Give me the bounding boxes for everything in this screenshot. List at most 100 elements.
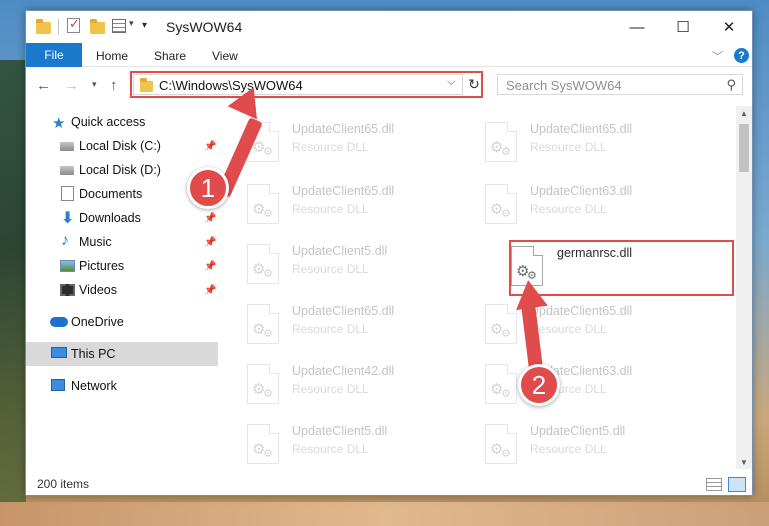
nav-label: Downloads bbox=[79, 211, 141, 225]
nav-label: Quick access bbox=[71, 115, 146, 129]
file-name: UpdateClient65.dll bbox=[292, 304, 395, 318]
title-separator bbox=[58, 19, 59, 35]
scroll-up-icon[interactable]: ▲ bbox=[736, 106, 752, 120]
tab-file[interactable]: File bbox=[26, 43, 82, 67]
search-input[interactable]: Search SysWOW64 ⚲ bbox=[497, 74, 743, 95]
new-folder-icon[interactable] bbox=[90, 19, 105, 34]
file-name: UpdateClient65.dll bbox=[530, 304, 633, 318]
nav-label: Network bbox=[71, 379, 117, 393]
desktop-palm-background bbox=[0, 60, 26, 526]
nav-item-music[interactable]: ♪ Music 📌 bbox=[26, 230, 218, 254]
file-explorer-window: ▾ ▾ SysWOW64 — ☐ ✕ File Home Share View … bbox=[25, 10, 753, 496]
forward-arrow-icon[interactable]: → bbox=[64, 77, 79, 94]
customize-quick-access-icon[interactable]: ▾ bbox=[142, 20, 147, 31]
file-name: UpdateClient63.dll bbox=[530, 184, 633, 198]
refresh-icon[interactable]: ↻ bbox=[465, 74, 483, 95]
title-bar: ▾ ▾ SysWOW64 — ☐ ✕ bbox=[26, 11, 752, 43]
drive-icon bbox=[60, 166, 74, 175]
file-tile[interactable]: ⚙ ⚙ UpdateClient63.dll Resource DLL bbox=[457, 358, 682, 410]
step-1-badge: 1 bbox=[187, 167, 229, 209]
nav-item-onedrive[interactable]: OneDrive bbox=[26, 310, 218, 334]
vertical-scrollbar[interactable]: ▲ ▼ bbox=[736, 106, 752, 469]
file-type: Resource DLL bbox=[292, 322, 369, 336]
nav-item-local-disk-c[interactable]: Local Disk (C:) 📌 bbox=[26, 134, 218, 158]
pictures-icon bbox=[60, 260, 75, 272]
file-name: UpdateClient42.dll bbox=[292, 364, 395, 378]
status-bar: 200 items bbox=[26, 473, 752, 495]
file-type: Resource DLL bbox=[292, 202, 369, 216]
recent-locations-icon[interactable]: ▾ bbox=[92, 79, 97, 90]
file-type: Resource DLL bbox=[530, 140, 607, 154]
nav-label: Pictures bbox=[79, 259, 125, 273]
file-tile[interactable]: ⚙ ⚙ UpdateClient5.dll Resource DLL bbox=[219, 238, 444, 290]
documents-icon bbox=[61, 186, 74, 201]
item-count: 200 items bbox=[37, 477, 90, 491]
search-icon[interactable]: ⚲ bbox=[726, 77, 736, 93]
dll-file-icon: ⚙ ⚙ bbox=[247, 364, 279, 404]
nav-item-quick-access[interactable]: ★ Quick access bbox=[26, 110, 218, 134]
dll-file-icon: ⚙ ⚙ bbox=[485, 364, 517, 404]
nav-item-pictures[interactable]: Pictures 📌 bbox=[26, 254, 218, 278]
file-name: UpdateClient5.dll bbox=[530, 424, 626, 438]
window-title: SysWOW64 bbox=[166, 19, 243, 35]
file-tile[interactable]: ⚙ ⚙ UpdateClient65.dll Resource DLL bbox=[219, 178, 444, 230]
nav-item-downloads[interactable]: ⬇ Downloads 📌 bbox=[26, 206, 218, 230]
pin-icon[interactable]: 📌 bbox=[204, 261, 216, 272]
nav-label: Documents bbox=[79, 187, 143, 201]
videos-icon bbox=[60, 284, 75, 296]
scrollbar-thumb[interactable] bbox=[739, 124, 749, 172]
tab-share[interactable]: Share bbox=[154, 49, 186, 63]
drive-icon bbox=[60, 142, 74, 151]
nav-label: Local Disk (D:) bbox=[79, 163, 161, 177]
file-tile[interactable]: ⚙ ⚙ UpdateClient65.dll Resource DLL bbox=[219, 298, 444, 350]
close-button[interactable]: ✕ bbox=[706, 11, 752, 43]
search-placeholder: Search SysWOW64 bbox=[506, 78, 622, 93]
nav-item-network[interactable]: Network bbox=[26, 374, 218, 398]
file-tile[interactable]: ⚙ ⚙ UpdateClient5.dll Resource DLL bbox=[457, 418, 682, 469]
properties-check-icon[interactable] bbox=[67, 16, 80, 33]
dll-file-icon: ⚙ ⚙ bbox=[247, 424, 279, 464]
help-icon[interactable]: ? bbox=[734, 48, 749, 63]
up-arrow-icon[interactable]: ↑ bbox=[110, 77, 118, 94]
music-icon: ♪ bbox=[61, 232, 69, 249]
tab-home[interactable]: Home bbox=[96, 49, 128, 63]
file-tile[interactable]: ⚙ ⚙ UpdateClient42.dll Resource DLL bbox=[219, 358, 444, 410]
file-list: ⚙ ⚙ UpdateClient65.dll Resource DLL ⚙ ⚙ Up… bbox=[219, 106, 736, 469]
downloads-icon: ⬇ bbox=[61, 210, 75, 227]
details-view-icon[interactable] bbox=[706, 478, 722, 491]
pin-icon[interactable]: 📌 bbox=[204, 213, 216, 224]
file-name: UpdateClient65.dll bbox=[292, 184, 395, 198]
minimize-button[interactable]: — bbox=[614, 11, 660, 43]
file-type: Resource DLL bbox=[530, 322, 607, 336]
file-tile[interactable]: ⚙ ⚙ UpdateClient65.dll Resource DLL bbox=[457, 298, 682, 350]
large-icons-view-icon[interactable] bbox=[728, 477, 746, 492]
address-dropdown-icon[interactable]: ⌵ bbox=[447, 76, 455, 89]
properties-icon[interactable] bbox=[112, 19, 126, 33]
file-type: Resource DLL bbox=[292, 262, 369, 276]
dll-file-icon: ⚙ ⚙ bbox=[485, 304, 517, 344]
tab-view[interactable]: View bbox=[212, 49, 238, 63]
file-tile[interactable]: ⚙ ⚙ UpdateClient5.dll Resource DLL bbox=[219, 418, 444, 469]
ribbon-tabs: File Home Share View ﹀ ? bbox=[26, 43, 752, 67]
pin-icon[interactable]: 📌 bbox=[204, 237, 216, 248]
file-name: UpdateClient65.dll bbox=[292, 122, 395, 136]
scroll-down-icon[interactable]: ▼ bbox=[736, 455, 752, 469]
maximize-button[interactable]: ☐ bbox=[660, 11, 706, 43]
nav-item-videos[interactable]: Videos 📌 bbox=[26, 278, 218, 302]
file-type: Resource DLL bbox=[292, 140, 369, 154]
file-tile[interactable]: ⚙ ⚙ UpdateClient65.dll Resource DLL bbox=[457, 116, 682, 168]
folder-icon bbox=[36, 19, 51, 34]
caret-down-icon[interactable]: ▾ bbox=[129, 18, 134, 29]
address-path[interactable]: C:\Windows\SysWOW64 bbox=[159, 78, 303, 93]
file-tile[interactable]: ⚙ ⚙ UpdateClient63.dll Resource DLL bbox=[457, 178, 682, 230]
pin-icon[interactable]: 📌 bbox=[204, 285, 216, 296]
back-arrow-icon[interactable]: ← bbox=[36, 77, 51, 94]
file-type: Resource DLL bbox=[292, 382, 369, 396]
nav-label: This PC bbox=[71, 347, 116, 361]
address-bar[interactable]: C:\Windows\SysWOW64 ⌵ bbox=[133, 74, 463, 95]
pin-icon[interactable]: 📌 bbox=[204, 141, 216, 152]
nav-item-this-pc[interactable]: This PC bbox=[26, 342, 218, 366]
this-pc-icon bbox=[51, 347, 67, 358]
file-type: Resource DLL bbox=[530, 442, 607, 456]
expand-ribbon-icon[interactable]: ﹀ bbox=[712, 48, 723, 64]
